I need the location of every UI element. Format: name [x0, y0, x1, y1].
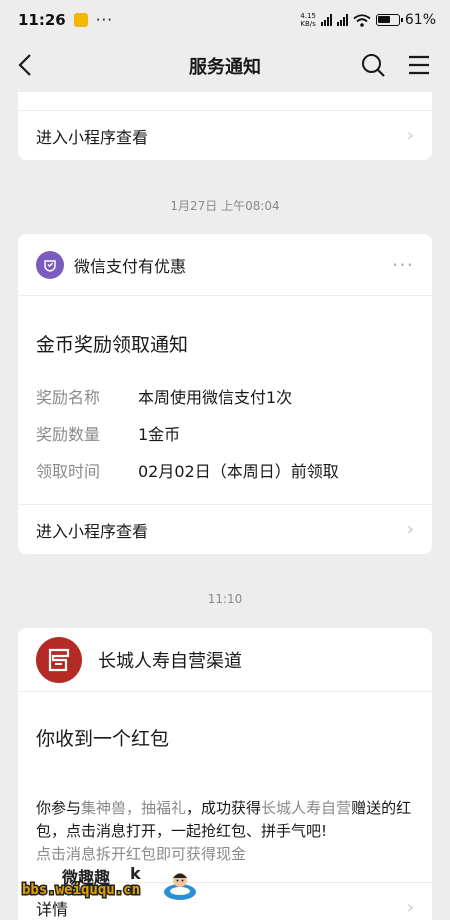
field-label: 奖励数量	[36, 424, 101, 444]
card-header: 微信支付有优惠 ···	[18, 234, 432, 296]
mascot-icon	[164, 873, 196, 900]
wechat-pay-offer-icon	[36, 250, 64, 279]
battery-percent: 61%	[404, 12, 436, 28]
chevron-right-icon: ›	[406, 125, 414, 146]
back-arrow-icon[interactable]	[14, 52, 40, 78]
notification-card-wechat-pay[interactable]: 微信支付有优惠 ··· 金币奖励领取通知 奖励名称 本周使用微信支付1次 奖励数…	[18, 234, 432, 554]
notification-body: 你参与集神兽，抽福礼，成功获得长城人寿自营赠送的红包，点击消息打开，一起抢红包、…	[18, 751, 432, 843]
body-text: 你参与	[36, 799, 82, 817]
field-row: 奖励名称 本周使用微信支付1次	[18, 377, 432, 414]
status-right-group: 4.15 KB/s 61%	[300, 12, 436, 28]
more-options-icon[interactable]: ···	[392, 253, 414, 277]
status-time: 11:26	[18, 11, 66, 29]
open-miniprogram-row[interactable]: 进入小程序查看 ›	[18, 504, 432, 554]
source-name: 微信支付有优惠	[74, 256, 187, 276]
notification-title: 你收到一个红包	[36, 728, 170, 750]
network-speed-value: 4.15	[300, 12, 316, 20]
field-row: 奖励数量 1金币	[18, 414, 432, 451]
body-text: ，成功获得	[186, 799, 262, 817]
notification-app-icon	[73, 13, 88, 27]
status-more-indicator: ···	[95, 11, 114, 29]
status-bar: 11:26 ··· 4.15 KB/s 61%	[0, 0, 450, 40]
source-name: 长城人寿自营渠道	[98, 650, 242, 672]
field-value: 02月02日（本周日）前领取	[138, 461, 339, 481]
open-miniprogram-label: 进入小程序查看	[36, 521, 149, 541]
nav-bar: 服务通知	[0, 40, 450, 92]
menu-icon[interactable]	[406, 52, 432, 78]
open-miniprogram-row[interactable]: 进入小程序查看 ›	[18, 110, 432, 160]
notification-hint: 点击消息拆开红包即可获得现金	[36, 845, 247, 863]
field-row: 领取时间 02月02日（本周日）前领取	[18, 451, 432, 488]
network-speed: 4.15 KB/s	[300, 12, 316, 28]
site-watermark: 微趣趣 k bbs.weiququ.cn	[10, 864, 200, 904]
battery-icon	[375, 14, 403, 26]
chevron-right-icon: ›	[406, 897, 414, 918]
card-header: 长城人寿自营渠道	[18, 628, 432, 692]
field-value: 本周使用微信支付1次	[138, 387, 293, 407]
signal-1-icon	[320, 14, 332, 26]
watermark-url: bbs.weiququ.cn	[20, 881, 141, 900]
event-name: 集神兽，抽福礼	[81, 799, 187, 817]
open-miniprogram-label: 进入小程序查看	[36, 127, 149, 147]
message-timestamp: 1月27日 上午08:04	[170, 199, 280, 213]
search-icon[interactable]	[360, 52, 386, 78]
field-label: 领取时间	[36, 461, 101, 481]
message-timestamp: 11:10	[207, 592, 243, 606]
great-wall-life-logo	[36, 636, 82, 683]
notification-title: 金币奖励领取通知	[36, 334, 189, 356]
signal-2-icon	[336, 14, 348, 26]
field-value: 1金币	[138, 424, 181, 444]
wifi-icon	[353, 13, 371, 27]
notification-card-previous: 进入小程序查看 ›	[18, 92, 432, 160]
field-label: 奖励名称	[36, 387, 101, 407]
brand-name: 长城人寿自营	[261, 799, 352, 817]
chevron-right-icon: ›	[406, 519, 414, 540]
network-speed-unit: KB/s	[300, 20, 316, 28]
watermark-k-text: k	[130, 864, 141, 883]
